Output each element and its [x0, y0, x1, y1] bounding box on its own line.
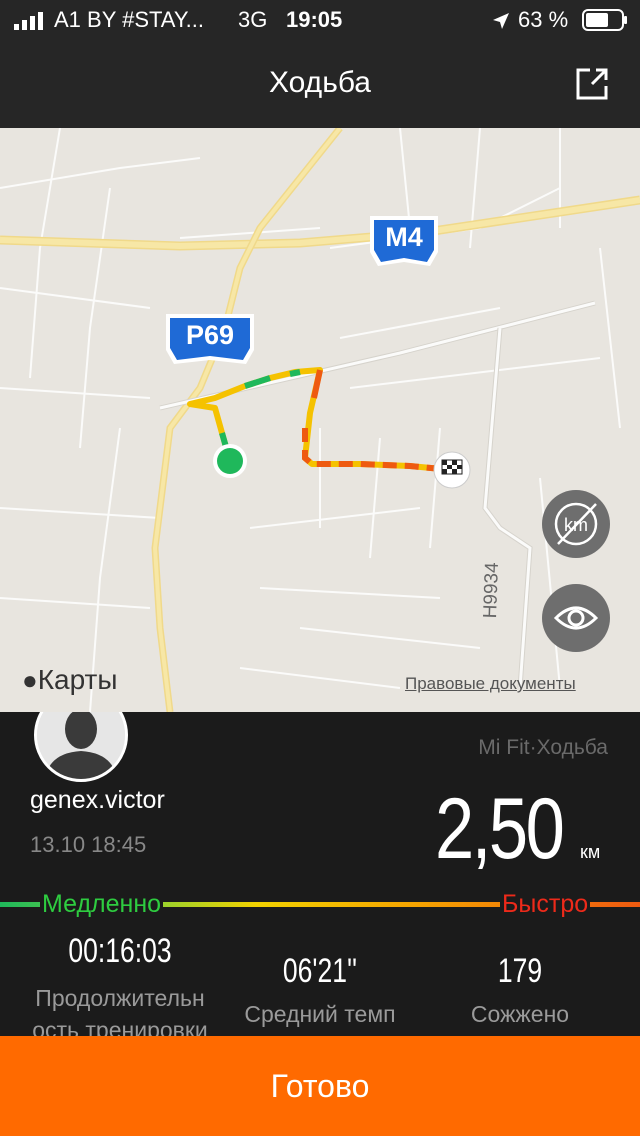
battery-percent: 63 %	[518, 7, 569, 32]
location-arrow-icon	[493, 13, 509, 29]
share-button[interactable]	[572, 64, 612, 104]
calories-label: Сожжено	[470, 1001, 570, 1027]
speed-fast-label: Быстро	[500, 890, 591, 919]
network-type: 3G	[238, 7, 268, 32]
road-label-h9934: H9934	[480, 562, 503, 619]
signal-icon	[14, 12, 43, 30]
maps-provider-logo: ●Карты	[22, 664, 118, 696]
duration-label: Продолжительн ость тренировки	[0, 982, 240, 1036]
distance-unit: км	[580, 842, 601, 862]
eye-icon	[553, 606, 599, 630]
done-button[interactable]: Готово	[0, 1036, 640, 1136]
legal-documents-link[interactable]: Правовые документы	[405, 674, 576, 694]
speed-slow-label: Медленно	[40, 890, 164, 919]
duration-label-line1: Продолжительн	[35, 985, 205, 1011]
share-icon	[576, 68, 608, 100]
battery-icon	[582, 9, 627, 31]
avg-pace-label: Средний темп	[244, 1001, 396, 1027]
road-label-p69: P69	[185, 320, 235, 350]
workout-summary-panel: genex.victor 13.10 18:45 Mi Fit·Ходьба 2…	[0, 712, 640, 1036]
km-hidden-icon: km	[554, 502, 598, 546]
duration-value: 00:16:03	[68, 932, 172, 970]
duration-label-line2: ость тренировки	[32, 1017, 208, 1036]
maps-provider-name: Карты	[37, 664, 118, 695]
status-bar: A1 BY #STAY... 3G 19:05 63 %	[0, 0, 640, 40]
done-button-label: Готово	[270, 1068, 370, 1104]
calories-value: 179	[497, 952, 543, 990]
page-title: Ходьба	[268, 66, 371, 99]
distance-value: 2,50	[434, 781, 565, 877]
clock: 19:05	[286, 7, 343, 32]
route-map[interactable]: M4 P69 H9934 km ●Карты Правовые документ…	[0, 128, 640, 712]
apple-logo-icon: ●	[22, 665, 38, 695]
user-silhouette-icon	[37, 712, 125, 779]
workout-source: Mi Fit·Ходьба	[478, 736, 608, 759]
avatar[interactable]	[34, 712, 128, 782]
username: genex.victor	[30, 786, 165, 814]
road-label-m4: M4	[385, 222, 423, 252]
nav-bar: Ходьба	[0, 40, 640, 128]
workout-datetime: 13.10 18:45	[30, 832, 147, 857]
km-markers-toggle-button[interactable]: km	[542, 490, 610, 558]
carrier-name: A1 BY #STAY...	[54, 7, 205, 32]
visibility-toggle-button[interactable]	[542, 584, 610, 652]
avg-pace-value: 06'21''	[282, 952, 358, 990]
